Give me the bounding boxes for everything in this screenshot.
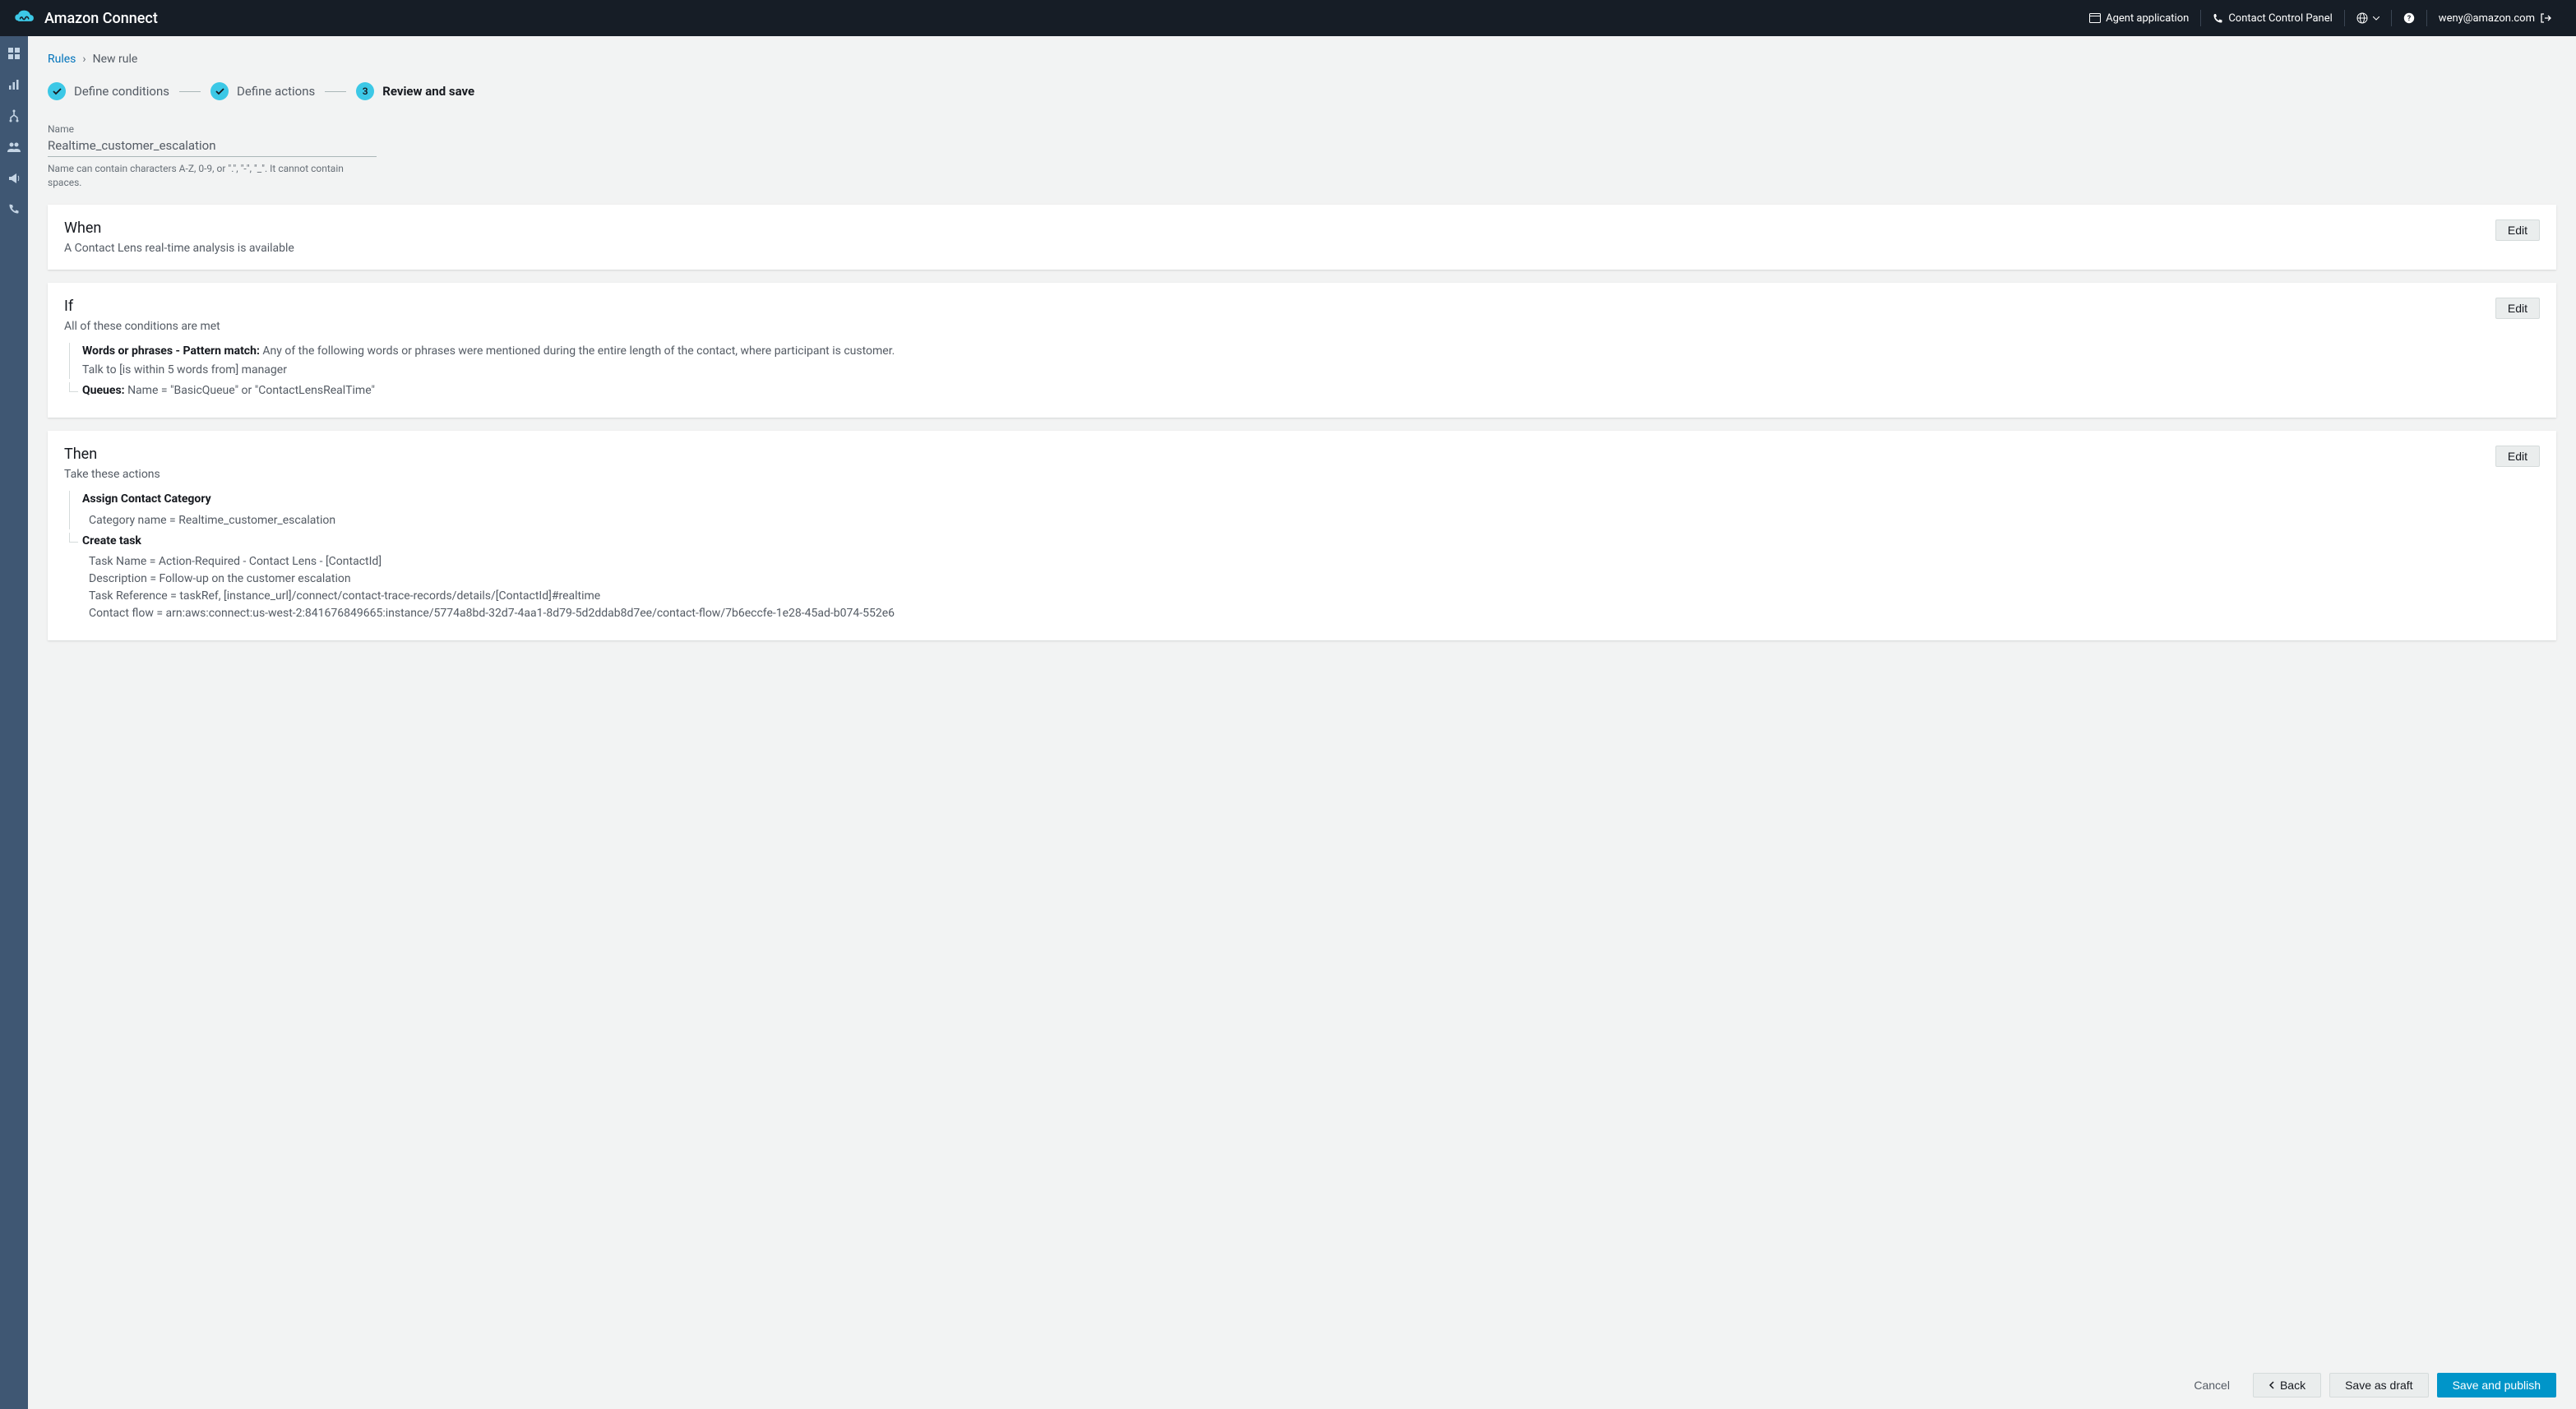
- if-edit-button[interactable]: Edit: [2495, 298, 2540, 319]
- action2-line1: Task Name = Action-Required - Contact Le…: [89, 553, 2540, 571]
- action1-title: Assign Contact Category: [82, 492, 211, 506]
- window-icon: [2089, 13, 2101, 23]
- user-email: weny@amazon.com: [2439, 12, 2535, 25]
- action1-line1: Category name = Realtime_customer_escala…: [82, 511, 2540, 529]
- help-link[interactable]: ?: [2392, 12, 2426, 24]
- logout-icon: [2540, 12, 2551, 24]
- chevron-right-icon: ›: [82, 53, 86, 66]
- step-connector: [325, 91, 346, 92]
- back-button[interactable]: Back: [2253, 1373, 2321, 1397]
- connect-logo-icon: [13, 8, 36, 28]
- back-label: Back: [2280, 1379, 2305, 1392]
- when-title: When: [64, 219, 2495, 237]
- action-assign-category: Assign Contact Category Category name = …: [69, 491, 2540, 529]
- if-card: If All of these conditions are met Edit …: [48, 283, 2556, 418]
- logo-area: Amazon Connect: [13, 8, 158, 28]
- when-text: A Contact Lens real-time analysis is ava…: [64, 242, 2495, 255]
- svg-text:?: ?: [2407, 15, 2412, 23]
- announce-icon[interactable]: [7, 171, 21, 186]
- cond1-text: Any of the following words or phrases we…: [260, 344, 895, 358]
- save-publish-button[interactable]: Save and publish: [2437, 1373, 2556, 1397]
- ccp-label: Contact Control Panel: [2228, 12, 2332, 25]
- step-review-save: 3 Review and save: [356, 82, 474, 100]
- if-title: If: [64, 298, 2495, 315]
- condition-words-phrases: Words or phrases - Pattern match: Any of…: [69, 343, 2540, 379]
- breadcrumb-current: New rule: [93, 53, 138, 66]
- step-define-conditions: Define conditions: [48, 82, 169, 100]
- then-edit-button[interactable]: Edit: [2495, 446, 2540, 467]
- step-connector: [179, 91, 201, 92]
- breadcrumb-rules-link[interactable]: Rules: [48, 53, 76, 66]
- step2-label: Define actions: [237, 84, 315, 99]
- step3-label: Review and save: [382, 84, 474, 99]
- help-icon: ?: [2403, 12, 2415, 24]
- top-header: Amazon Connect Agent application Contact…: [0, 0, 2576, 36]
- when-edit-button[interactable]: Edit: [2495, 219, 2540, 241]
- condition-queues: Queues: Name = "BasicQueue" or "ContactL…: [69, 382, 2540, 400]
- name-field: Name Realtime_customer_escalation Name c…: [48, 123, 377, 190]
- then-title: Then: [64, 446, 2495, 463]
- cancel-button[interactable]: Cancel: [2179, 1373, 2245, 1397]
- routing-icon[interactable]: [7, 109, 21, 123]
- product-name: Amazon Connect: [44, 10, 158, 27]
- chevron-left-icon: [2268, 1379, 2275, 1392]
- check-icon: [210, 82, 229, 100]
- agent-application-link[interactable]: Agent application: [2078, 12, 2200, 25]
- then-actions-tree: Assign Contact Category Category name = …: [64, 491, 2540, 622]
- if-subtitle: All of these conditions are met: [64, 320, 2495, 333]
- main-content: Rules › New rule Define conditions Defin…: [28, 36, 2576, 719]
- language-selector[interactable]: [2345, 12, 2391, 24]
- stepper: Define conditions Define actions 3 Revie…: [48, 82, 2556, 100]
- dashboard-icon[interactable]: [7, 46, 21, 61]
- ccp-link[interactable]: Contact Control Panel: [2201, 12, 2343, 25]
- then-card: Then Take these actions Edit Assign Cont…: [48, 431, 2556, 640]
- action2-line2: Description = Follow-up on the customer …: [89, 571, 2540, 588]
- analytics-icon[interactable]: [7, 77, 21, 92]
- phone-nav-icon[interactable]: [7, 202, 21, 217]
- if-conditions-tree: Words or phrases - Pattern match: Any of…: [64, 343, 2540, 400]
- left-nav-rail: [0, 36, 28, 1409]
- action-create-task: Create task Task Name = Action-Required …: [69, 533, 2540, 622]
- cond2-text: Name = "BasicQueue" or "ContactLensRealT…: [125, 384, 375, 397]
- action2-line3: Task Reference = taskRef, [instance_url]…: [89, 588, 2540, 605]
- name-label: Name: [48, 123, 377, 135]
- check-icon: [48, 82, 66, 100]
- then-subtitle: Take these actions: [64, 468, 2495, 481]
- users-icon[interactable]: [7, 140, 21, 155]
- phone-icon: [2213, 13, 2223, 24]
- step-define-actions: Define actions: [210, 82, 315, 100]
- name-value: Realtime_customer_escalation: [48, 135, 377, 157]
- cond1-label: Words or phrases - Pattern match:: [82, 344, 260, 358]
- header-right: Agent application Contact Control Panel …: [2078, 10, 2563, 26]
- name-hint: Name can contain characters A-Z, 0-9, or…: [48, 162, 377, 190]
- cond2-label: Queues:: [82, 384, 125, 397]
- globe-icon: [2356, 12, 2368, 24]
- step3-number: 3: [356, 82, 374, 100]
- footer-action-bar: Cancel Back Save as draft Save and publi…: [28, 1361, 2576, 1409]
- user-menu[interactable]: weny@amazon.com: [2427, 12, 2563, 25]
- action2-title: Create task: [82, 534, 141, 547]
- caret-down-icon: [2373, 16, 2379, 21]
- breadcrumb: Rules › New rule: [48, 53, 2556, 66]
- agent-application-label: Agent application: [2106, 12, 2189, 25]
- save-draft-button[interactable]: Save as draft: [2329, 1373, 2429, 1397]
- cond1-detail: Talk to [is within 5 words from] manager: [82, 362, 2540, 379]
- action2-line4: Contact flow = arn:aws:connect:us-west-2…: [89, 605, 2540, 622]
- when-card: When A Contact Lens real-time analysis i…: [48, 205, 2556, 270]
- step1-label: Define conditions: [74, 84, 169, 99]
